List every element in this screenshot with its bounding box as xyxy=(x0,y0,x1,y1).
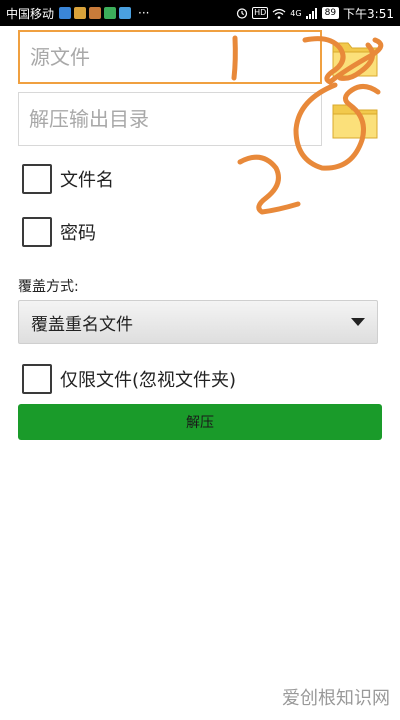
notification-app-icon xyxy=(119,7,132,19)
status-indicators: HD 4G 89 下午3:51 xyxy=(236,5,394,22)
overwrite-mode-value: 覆盖重名文件 xyxy=(31,314,133,335)
notification-app-icon xyxy=(89,7,102,19)
notification-app-icon xyxy=(74,7,87,19)
output-dir-row xyxy=(18,92,382,146)
password-label: 密码 xyxy=(60,223,96,244)
clock: 下午3:51 xyxy=(343,6,394,21)
filename-option[interactable]: 文件名 xyxy=(22,162,114,196)
folder-icon xyxy=(332,104,378,139)
password-option[interactable]: 密码 xyxy=(22,215,96,249)
source-folder-button[interactable] xyxy=(328,30,382,84)
hd-voice-badge: HD xyxy=(252,7,269,19)
notification-app-icon xyxy=(104,7,117,19)
source-file-row xyxy=(18,30,382,84)
wifi-icon xyxy=(272,8,286,19)
files-only-option[interactable]: 仅限文件(忽视文件夹) xyxy=(22,362,236,396)
carrier-name: 中国移动 xyxy=(6,6,55,21)
files-only-checkbox[interactable] xyxy=(22,364,52,394)
files-only-label: 仅限文件(忽视文件夹) xyxy=(60,370,237,391)
overwrite-mode-label: 覆盖方式: xyxy=(18,279,79,295)
output-folder-button[interactable] xyxy=(328,92,382,146)
signal-icon xyxy=(305,7,317,19)
folder-icon xyxy=(332,42,378,77)
password-checkbox[interactable] xyxy=(22,217,52,247)
extract-button[interactable]: 解压 xyxy=(18,404,382,440)
filename-checkbox[interactable] xyxy=(22,164,52,194)
source-file-input[interactable] xyxy=(18,30,322,84)
watermark-text: 爱创根知识网 xyxy=(282,688,390,709)
network-type: 4G xyxy=(290,8,302,18)
dropdown-arrow-icon xyxy=(351,318,365,326)
more-notifications-indicator: ··· xyxy=(138,6,150,20)
overwrite-mode-select[interactable]: 覆盖重名文件 xyxy=(18,300,378,344)
notification-app-icon xyxy=(59,7,72,19)
alarm-icon xyxy=(237,8,248,19)
annotation-number-2 xyxy=(237,154,301,215)
filename-label: 文件名 xyxy=(60,170,114,191)
battery-indicator: 89 xyxy=(321,7,340,19)
extract-button-label: 解压 xyxy=(186,415,214,431)
status-bar: 中国移动 ··· HD 4G 89 下午3:51 xyxy=(0,0,400,26)
output-dir-input[interactable] xyxy=(18,92,322,146)
